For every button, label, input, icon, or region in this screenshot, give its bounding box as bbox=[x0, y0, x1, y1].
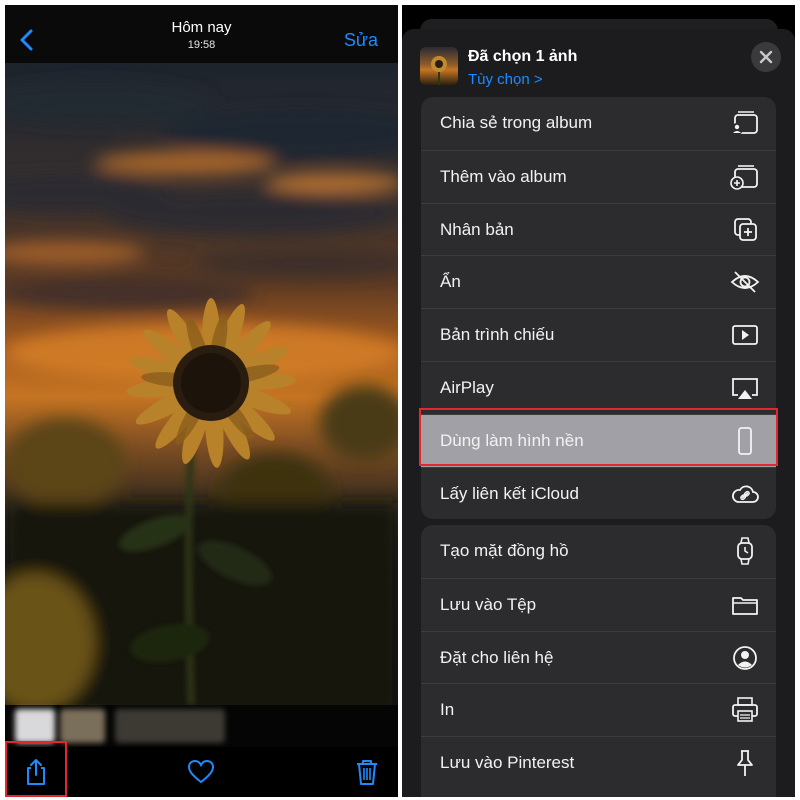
trash-icon[interactable] bbox=[352, 757, 382, 787]
add-to-album-icon bbox=[730, 163, 760, 191]
wallpaper-highlight-box bbox=[419, 408, 778, 466]
action-save-to-files[interactable]: Lưu vào Tệp bbox=[421, 577, 776, 631]
action-duplicate[interactable]: Nhân bản bbox=[421, 202, 776, 256]
page-title: Hôm nay bbox=[171, 19, 232, 36]
action-label: Chia sẻ trong album bbox=[440, 113, 593, 132]
action-label: Bản trình chiếu bbox=[440, 325, 555, 345]
nav-bar: Hôm nay 19:58 Sửa bbox=[5, 5, 398, 63]
action-label: Tạo mặt đồng hồ bbox=[440, 541, 569, 560]
sheet-title: Đã chọn 1 ảnh bbox=[468, 48, 578, 65]
action-print[interactable]: In bbox=[421, 683, 776, 736]
contact-icon bbox=[730, 644, 760, 672]
action-airplay[interactable]: AirPlay bbox=[421, 360, 776, 414]
action-label: Thêm vào album bbox=[440, 166, 567, 186]
watch-icon bbox=[730, 537, 760, 565]
pin-icon bbox=[730, 749, 760, 777]
action-label: AirPlay bbox=[440, 377, 494, 397]
action-add-to-album[interactable]: Thêm vào album bbox=[421, 149, 776, 203]
photo-time: 19:58 bbox=[187, 39, 216, 51]
shared-album-icon bbox=[730, 109, 760, 137]
action-save-to-pinterest[interactable]: Lưu vào Pinterest bbox=[421, 736, 776, 789]
airplay-icon bbox=[730, 374, 760, 402]
action-assign-to-contact[interactable]: Đặt cho liên hệ bbox=[421, 630, 776, 684]
action-label: In bbox=[440, 700, 455, 720]
action-label: Lấy liên kết iCloud bbox=[440, 483, 579, 503]
options-link[interactable]: Tùy chọn > bbox=[468, 71, 543, 88]
share-sheet-screen: Đã chọn 1 ảnh Tùy chọn > Chia sẻ trong a… bbox=[402, 5, 795, 797]
selected-photo-thumbnail bbox=[420, 47, 458, 85]
action-label: Lưu vào Pinterest bbox=[440, 753, 575, 773]
heart-icon[interactable] bbox=[186, 757, 216, 787]
folder-icon bbox=[730, 591, 760, 619]
action-label: Nhân bản bbox=[440, 219, 514, 239]
action-icloud-link[interactable]: Lấy liên kết iCloud bbox=[421, 466, 776, 519]
action-label: Ẩn bbox=[440, 272, 461, 292]
hide-eye-icon bbox=[730, 268, 760, 296]
printer-icon bbox=[730, 696, 760, 724]
actions-group-2: Tạo mặt đồng hồ Lưu vào Tệp Đặt cho liên… bbox=[421, 525, 776, 797]
photo-viewer: Hôm nay 19:58 Sửa bbox=[5, 5, 398, 797]
slideshow-icon bbox=[730, 321, 760, 349]
sunflower-photo bbox=[5, 63, 398, 705]
duplicate-icon bbox=[730, 216, 760, 244]
action-slideshow[interactable]: Bản trình chiếu bbox=[421, 308, 776, 361]
action-shared-album[interactable]: Chia sẻ trong album bbox=[421, 97, 776, 150]
edit-button[interactable]: Sửa bbox=[344, 30, 378, 51]
share-highlight-box bbox=[5, 741, 67, 797]
sheet-header: Đã chọn 1 ảnh Tùy chọn > bbox=[402, 29, 795, 107]
action-label: Lưu vào Tệp bbox=[440, 594, 537, 614]
action-hide[interactable]: Ẩn bbox=[421, 255, 776, 308]
icloud-link-icon bbox=[730, 480, 760, 508]
action-label: Đặt cho liên hệ bbox=[440, 647, 554, 667]
close-icon[interactable] bbox=[751, 42, 781, 72]
action-create-watch-face[interactable]: Tạo mặt đồng hồ bbox=[421, 525, 776, 578]
